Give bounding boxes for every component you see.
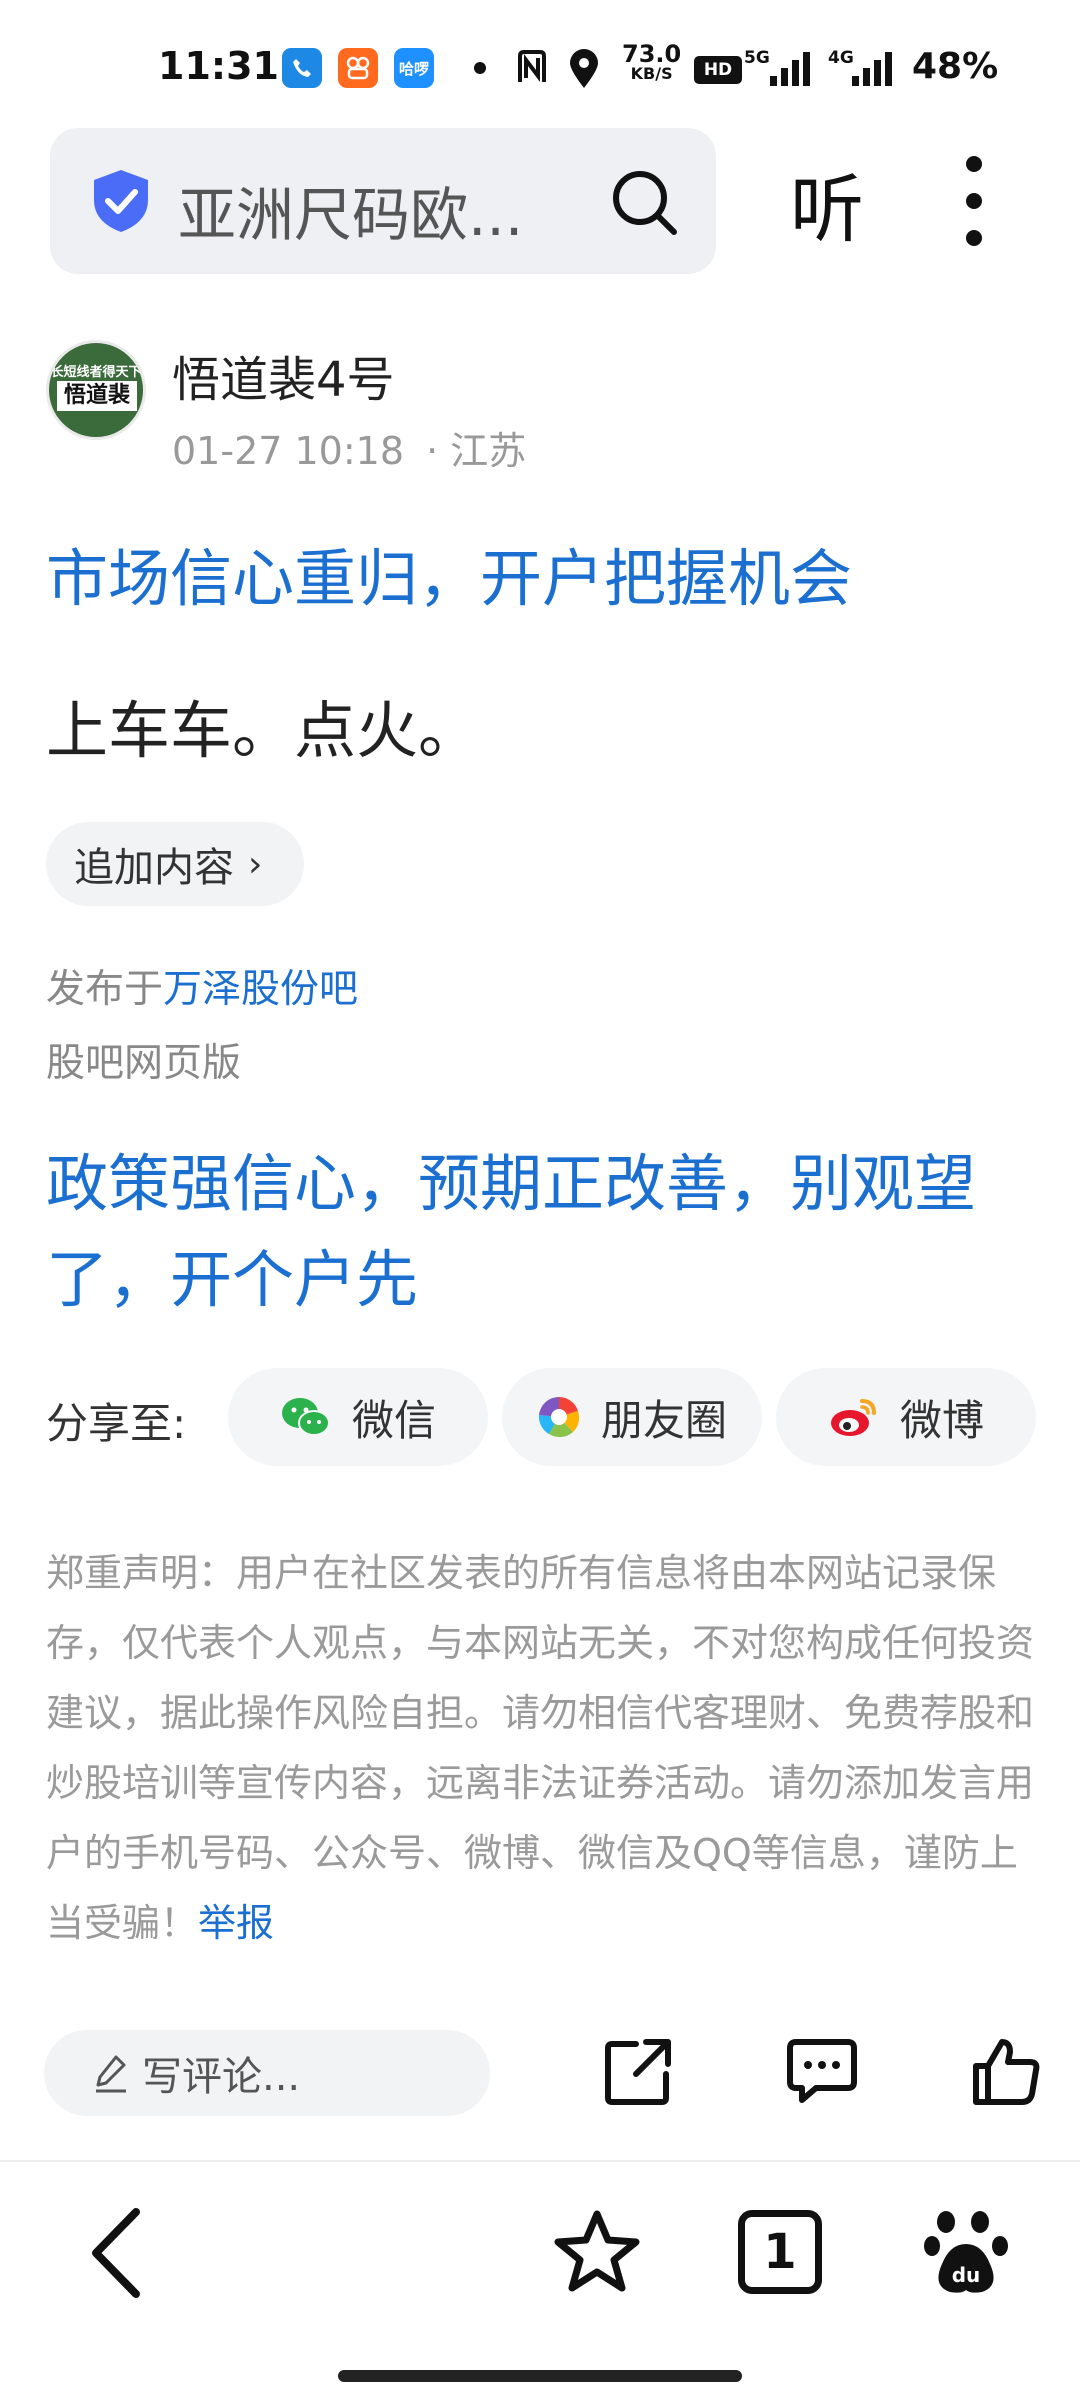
haluo-label: 哈啰 bbox=[398, 59, 429, 78]
search-query-text: 亚洲尺码欧... bbox=[178, 181, 524, 249]
disclaimer: 郑重声明：用户在社区发表的所有信息将由本网站记录保存，仅代表个人观点，与本网站无… bbox=[46, 1538, 1046, 1958]
published-in: 发布于万泽股份吧 bbox=[46, 958, 358, 1014]
status-time: 11:31 bbox=[158, 44, 279, 88]
avatar-top-text: 长短线者得天下 bbox=[50, 365, 142, 380]
tab-count-button[interactable]: 1 bbox=[738, 2210, 822, 2294]
battery-level: 48% bbox=[912, 46, 999, 87]
home-indicator[interactable] bbox=[338, 2370, 742, 2382]
share-moments-button[interactable]: 朋友圈 bbox=[502, 1368, 762, 1466]
signal-bars-2-icon bbox=[852, 52, 892, 86]
post-meta: 01-27 10:18 · 江苏 bbox=[172, 420, 526, 475]
disclaimer-text: 郑重声明：用户在社区发表的所有信息将由本网站记录保存，仅代表个人观点，与本网站无… bbox=[46, 1551, 1035, 1945]
share-wechat-button[interactable]: 微信 bbox=[228, 1368, 488, 1466]
share-external-icon[interactable] bbox=[602, 2036, 674, 2108]
net-speed-value: 73.0 bbox=[622, 40, 682, 68]
listen-button[interactable]: 听 bbox=[790, 150, 864, 257]
promo-link[interactable]: 政策强信心，预期正改善，别观望了，开个户先 bbox=[46, 1136, 1036, 1328]
signal-bars-icon bbox=[770, 52, 810, 86]
forum-link[interactable]: 万泽股份吧 bbox=[163, 967, 358, 1012]
status-bar: 11:31 哈啰 73.0 KB/S HD 5G 4G 48% bbox=[0, 0, 1080, 120]
share-label: 分享至: bbox=[46, 1399, 187, 1448]
append-content-label: 追加内容 bbox=[74, 845, 234, 891]
report-link[interactable]: 举报 bbox=[198, 1901, 274, 1945]
more-menu-icon[interactable] bbox=[960, 156, 988, 246]
share-weibo-button[interactable]: 微博 bbox=[776, 1368, 1036, 1466]
web-version-label: 股吧网页版 bbox=[46, 1041, 242, 1086]
security-shield-icon bbox=[94, 170, 148, 232]
kuaishou-app-icon bbox=[338, 48, 378, 88]
avatar[interactable]: 长短线者得天下 悟道裴 bbox=[46, 340, 146, 440]
share-weibo-label: 微博 bbox=[899, 1395, 984, 1445]
svg-text:du: du bbox=[952, 2263, 981, 2287]
search-icon[interactable] bbox=[610, 168, 680, 238]
wechat-icon bbox=[281, 1398, 330, 1436]
hd-voice-icon: HD bbox=[694, 56, 742, 84]
author-name[interactable]: 悟道裴4号 bbox=[172, 340, 395, 410]
location-icon bbox=[570, 49, 598, 88]
pencil-icon bbox=[96, 2055, 126, 2093]
baidu-paw-icon[interactable]: du bbox=[924, 2208, 1008, 2296]
share-moments-label: 朋友圈 bbox=[600, 1395, 727, 1445]
comment-input[interactable]: 写评论... bbox=[44, 2030, 490, 2116]
phone-app-icon bbox=[282, 48, 322, 88]
append-content-button[interactable]: 追加内容 › bbox=[46, 822, 304, 906]
weibo-icon bbox=[830, 1399, 876, 1436]
share-wechat-label: 微信 bbox=[351, 1395, 436, 1445]
post-title[interactable]: 市场信心重归，开户把握机会 bbox=[46, 528, 852, 618]
comment-placeholder: 写评论... bbox=[142, 2054, 301, 2100]
notification-dot-icon bbox=[474, 62, 486, 74]
back-arrow-icon[interactable] bbox=[86, 2208, 146, 2298]
avatar-main-text: 悟道裴 bbox=[57, 381, 137, 411]
comment-icon[interactable] bbox=[786, 2036, 858, 2108]
post-datetime: 01-27 10:18 bbox=[172, 429, 405, 473]
bottom-divider bbox=[0, 2160, 1080, 2162]
star-favorite-icon[interactable] bbox=[552, 2208, 642, 2294]
chevron-right-icon: › bbox=[248, 843, 263, 885]
post-body: 上车车。点火。 bbox=[46, 694, 481, 767]
published-prefix: 发布于 bbox=[46, 967, 164, 1012]
search-bar[interactable]: 亚洲尺码欧... bbox=[50, 128, 716, 274]
post-location: · 江苏 bbox=[426, 429, 527, 473]
like-thumb-icon[interactable] bbox=[970, 2036, 1042, 2108]
net-speed: 73.0 KB/S bbox=[622, 40, 682, 84]
nfc-icon bbox=[518, 50, 546, 82]
net-speed-unit: KB/S bbox=[630, 64, 673, 83]
moments-icon bbox=[538, 1396, 580, 1438]
haluo-app-icon: 哈啰 bbox=[394, 48, 434, 88]
